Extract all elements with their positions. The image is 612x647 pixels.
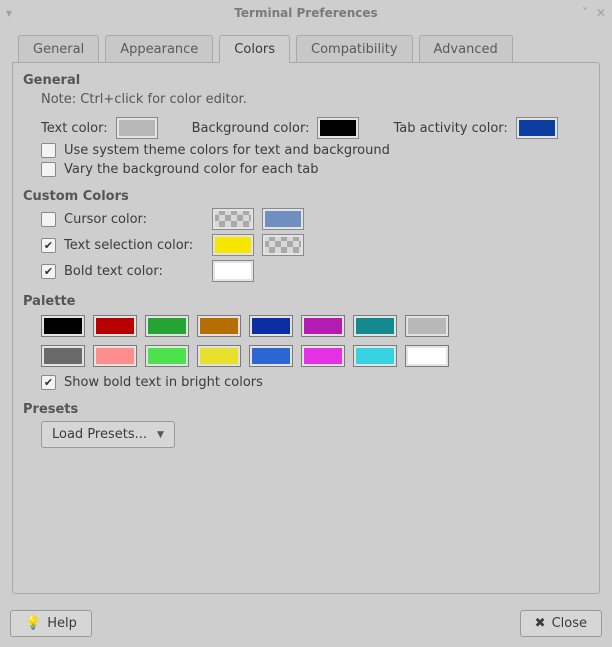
tab-label: Appearance: [120, 42, 198, 57]
palette-swatch-2[interactable]: [145, 315, 189, 337]
row-bold-color: Bold text color:: [41, 260, 589, 282]
show-bold-bright-label: Show bold text in bright colors: [64, 375, 263, 390]
show-bold-bright-checkbox[interactable]: [41, 375, 56, 390]
load-presets-label: Load Presets...: [52, 427, 147, 442]
tab-label: Advanced: [434, 42, 498, 57]
tab-label: General: [33, 42, 84, 57]
content-area: General Appearance Colors Compatibility …: [0, 26, 612, 602]
window-title: Terminal Preferences: [66, 6, 546, 20]
palette-swatch-5[interactable]: [301, 315, 345, 337]
row-use-system-colors: Use system theme colors for text and bac…: [41, 143, 589, 158]
palette-swatch-4[interactable]: [249, 315, 293, 337]
tab-label: Compatibility: [311, 42, 398, 57]
tab-bar: General Appearance Colors Compatibility …: [12, 34, 600, 62]
section-custom-heading: Custom Colors: [23, 189, 589, 204]
chevron-down-icon: ▼: [157, 430, 164, 440]
cursor-color-checkbox[interactable]: [41, 212, 56, 227]
tab-compatibility[interactable]: Compatibility: [296, 35, 413, 63]
help-button[interactable]: 💡 Help: [10, 610, 92, 637]
palette-swatch-8[interactable]: [41, 345, 85, 367]
close-button-label: Close: [552, 616, 587, 631]
palette-swatch-10[interactable]: [145, 345, 189, 367]
use-system-colors-label: Use system theme colors for text and bac…: [64, 143, 390, 158]
palette-swatch-12[interactable]: [249, 345, 293, 367]
palette-swatch-0[interactable]: [41, 315, 85, 337]
tab-label: Colors: [234, 42, 275, 57]
background-color-swatch[interactable]: [317, 117, 359, 139]
vary-background-label: Vary the background color for each tab: [64, 162, 318, 177]
palette-swatch-15[interactable]: [405, 345, 449, 367]
palette-swatch-6[interactable]: [353, 315, 397, 337]
text-color-swatch[interactable]: [116, 117, 158, 139]
use-system-colors-checkbox[interactable]: [41, 143, 56, 158]
tab-activity-color-swatch[interactable]: [516, 117, 558, 139]
close-button[interactable]: ✖ Close: [520, 610, 602, 637]
window-menu-icon[interactable]: ▾: [6, 6, 12, 20]
palette-swatch-3[interactable]: [197, 315, 241, 337]
bold-color-label: Bold text color:: [64, 264, 204, 279]
row-cursor-color: Cursor color:: [41, 208, 589, 230]
window-minimize-icon[interactable]: ˅: [582, 6, 588, 20]
palette-swatch-14[interactable]: [353, 345, 397, 367]
tab-panel-colors: General Note: Ctrl+click for color edito…: [12, 62, 600, 594]
text-color-label: Text color:: [41, 121, 108, 136]
row-show-bold-bright: Show bold text in bright colors: [41, 375, 589, 390]
preferences-window: ▾ Terminal Preferences ˅ ✕ General Appea…: [0, 0, 612, 647]
palette-swatch-11[interactable]: [197, 345, 241, 367]
palette-swatch-9[interactable]: [93, 345, 137, 367]
tab-appearance[interactable]: Appearance: [105, 35, 213, 63]
tab-activity-color-label: Tab activity color:: [393, 121, 507, 136]
tab-general[interactable]: General: [18, 35, 99, 63]
cursor-color-label: Cursor color:: [64, 212, 204, 227]
help-button-label: Help: [47, 616, 77, 631]
help-icon: 💡: [25, 616, 41, 631]
background-color-label: Background color:: [192, 121, 310, 136]
cursor-color-swatch-1[interactable]: [212, 208, 254, 230]
selection-color-label: Text selection color:: [64, 238, 204, 253]
bottom-bar: 💡 Help ✖ Close: [0, 602, 612, 647]
window-close-icon[interactable]: ✕: [596, 6, 606, 20]
close-icon: ✖: [535, 616, 546, 631]
selection-color-swatch-2[interactable]: [262, 234, 304, 256]
palette-grid: [41, 315, 589, 367]
selection-color-swatch-1[interactable]: [212, 234, 254, 256]
selection-color-checkbox[interactable]: [41, 238, 56, 253]
section-palette-heading: Palette: [23, 294, 589, 309]
tab-colors[interactable]: Colors: [219, 35, 290, 63]
bold-color-checkbox[interactable]: [41, 264, 56, 279]
vary-background-checkbox[interactable]: [41, 162, 56, 177]
row-selection-color: Text selection color:: [41, 234, 589, 256]
bold-color-swatch[interactable]: [212, 260, 254, 282]
row-vary-background: Vary the background color for each tab: [41, 162, 589, 177]
section-presets-heading: Presets: [23, 402, 589, 417]
tab-advanced[interactable]: Advanced: [419, 35, 513, 63]
load-presets-dropdown[interactable]: Load Presets... ▼: [41, 421, 175, 448]
cursor-color-swatch-2[interactable]: [262, 208, 304, 230]
section-general-heading: General: [23, 73, 589, 88]
row-basic-colors: Text color: Background color: Tab activi…: [41, 117, 589, 139]
color-editor-note: Note: Ctrl+click for color editor.: [41, 92, 589, 107]
palette-swatch-1[interactable]: [93, 315, 137, 337]
palette-swatch-7[interactable]: [405, 315, 449, 337]
titlebar: ▾ Terminal Preferences ˅ ✕: [0, 0, 612, 26]
palette-swatch-13[interactable]: [301, 345, 345, 367]
